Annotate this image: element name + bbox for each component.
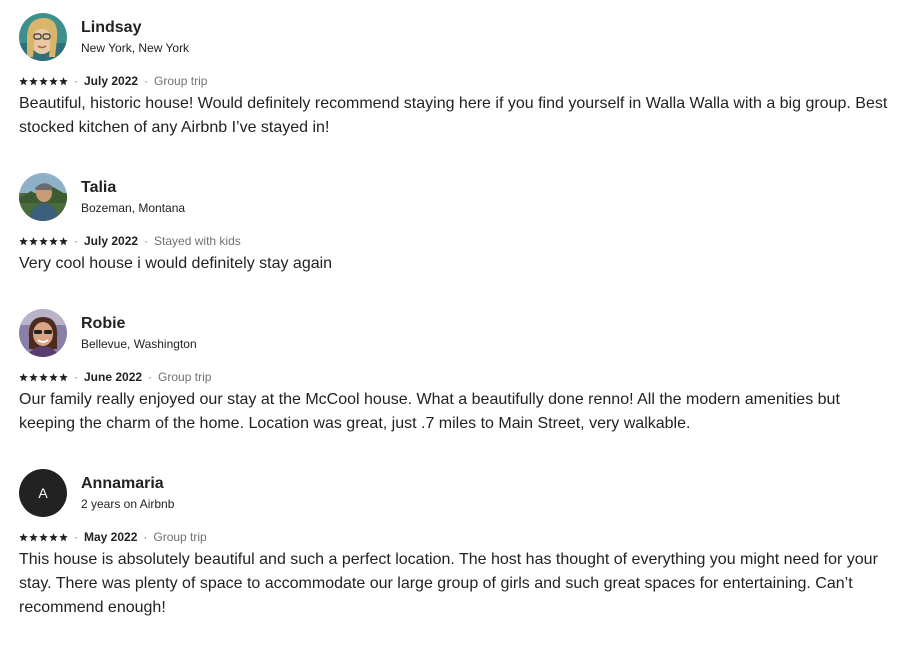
avatar[interactable] [19,13,67,61]
review-text: Beautiful, historic house! Would definit… [19,95,888,136]
review-header: Talia Bozeman, Montana [19,173,185,221]
review-meta: · May 2022 · Group trip [19,529,207,545]
review-text: Our family really enjoyed our stay at th… [19,391,840,432]
star-icon [49,236,58,245]
reviewer-location: New York, New York [81,41,190,55]
review-date: July 2022 [84,74,139,88]
star-rating [19,76,68,86]
review-meta: · June 2022 · Group trip [19,369,211,385]
reviewer-location: Bozeman, Montana [81,201,186,215]
reviewer-name: Talia [81,179,117,196]
trip-type: Group trip [158,370,212,384]
star-rating [19,372,68,382]
review-text: Very cool house i would definitely stay … [19,255,333,272]
separator: · [144,234,149,248]
review-date: June 2022 [84,370,143,384]
star-icon [29,76,38,85]
star-icon [49,76,58,85]
review-meta: · July 2022 · Stayed with kids [19,233,241,249]
star-icon [19,532,28,541]
star-icon [39,236,48,245]
review-meta: · July 2022 · Group trip [19,73,207,89]
star-icon [19,372,28,381]
trip-type: Group trip [154,74,208,88]
review-header: Lindsay New York, New York [19,13,189,61]
star-icon [59,532,68,541]
separator: · [74,370,78,384]
review-item: Talia Bozeman, Montana · July 2022 · Sta… [19,160,889,296]
separator: · [144,74,149,88]
star-icon [29,532,38,541]
avatar[interactable] [19,309,67,357]
separator: · [74,74,78,88]
reviewer-location: 2 years on Airbnb [81,497,175,511]
review-item: Robie Bellevue, Washington · June 2022 ·… [19,296,889,456]
star-icon [19,76,28,85]
review-header: Robie Bellevue, Washington [19,309,197,357]
trip-type: Group trip [153,530,207,544]
star-icon [29,372,38,381]
star-icon [49,532,58,541]
star-icon [39,76,48,85]
trip-type: Stayed with kids [154,234,241,248]
separator: · [74,234,78,248]
avatar[interactable] [19,173,67,221]
star-icon [39,372,48,381]
star-rating [19,532,68,542]
star-icon [49,372,58,381]
avatar[interactable]: A [19,469,67,517]
separator: · [148,370,153,384]
star-rating [19,236,68,246]
review-date: July 2022 [84,234,139,248]
star-icon [59,236,68,245]
reviewer-location: Bellevue, Washington [81,337,197,351]
reviewer-name: Annamaria [81,475,164,492]
review-date: May 2022 [84,530,138,544]
star-icon [59,372,68,381]
star-icon [19,236,28,245]
reviewer-name: Lindsay [81,19,142,36]
star-icon [39,532,48,541]
review-item: Lindsay New York, New York · July 2022 ·… [19,0,889,160]
review-header: A Annamaria 2 years on Airbnb [19,469,174,517]
review-item: A Annamaria 2 years on Airbnb · May 2022… [19,456,889,626]
separator: · [74,530,78,544]
separator: · [143,530,148,544]
review-text: This house is absolutely beautiful and s… [19,551,878,616]
star-icon [59,76,68,85]
reviews-list: Lindsay New York, New York · July 2022 ·… [19,0,889,626]
avatar-initial: A [38,485,48,501]
star-icon [29,236,38,245]
reviewer-name: Robie [81,315,126,332]
